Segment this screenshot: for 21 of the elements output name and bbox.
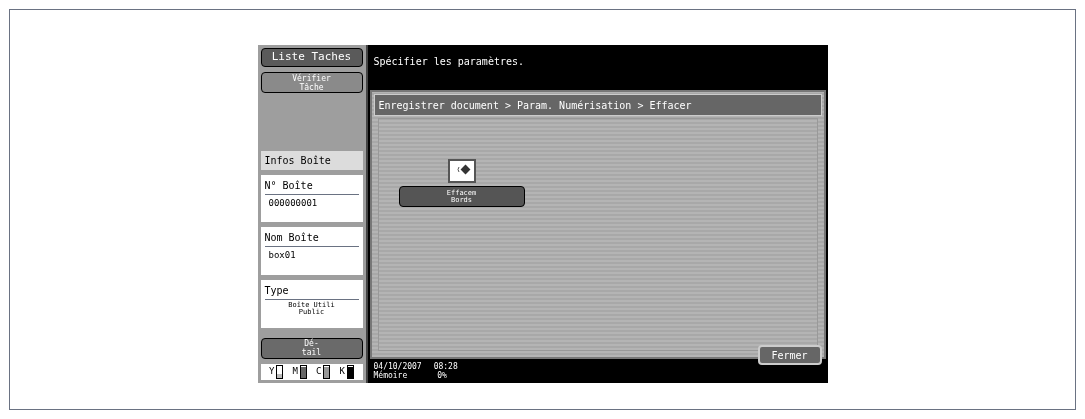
date-text: 04/10/2007 (373, 362, 422, 371)
memory-label: Mémoire (373, 371, 408, 380)
section-title: Infos Boîte (260, 150, 363, 170)
breadcrumb-bar: Enregistrer document > Param. Numérisation > Effacer (373, 94, 822, 116)
field-label: Type (264, 283, 359, 301)
memory-value: 0% (437, 371, 447, 380)
check-job-button[interactable]: Vérifier Tâche (260, 72, 363, 94)
toner-label: K (339, 365, 345, 379)
erase-document-icon (447, 159, 476, 183)
toner-label: Y (269, 365, 275, 379)
field-label: Nom Boîte (264, 230, 359, 248)
job-list-button[interactable]: Liste Taches (260, 48, 363, 68)
field-value: box01 (267, 249, 297, 263)
detail-button[interactable]: Dé- tail (260, 337, 363, 359)
toner-label: M (292, 365, 298, 379)
field-label: N° Boîte (264, 177, 359, 195)
instruction-message: Spécifier les paramètres. (373, 56, 524, 67)
field-value: 000000001 (267, 196, 319, 210)
toner-label: C (316, 365, 322, 379)
close-button[interactable]: Fermer (757, 345, 822, 365)
time-text: 08:28 (433, 362, 458, 371)
